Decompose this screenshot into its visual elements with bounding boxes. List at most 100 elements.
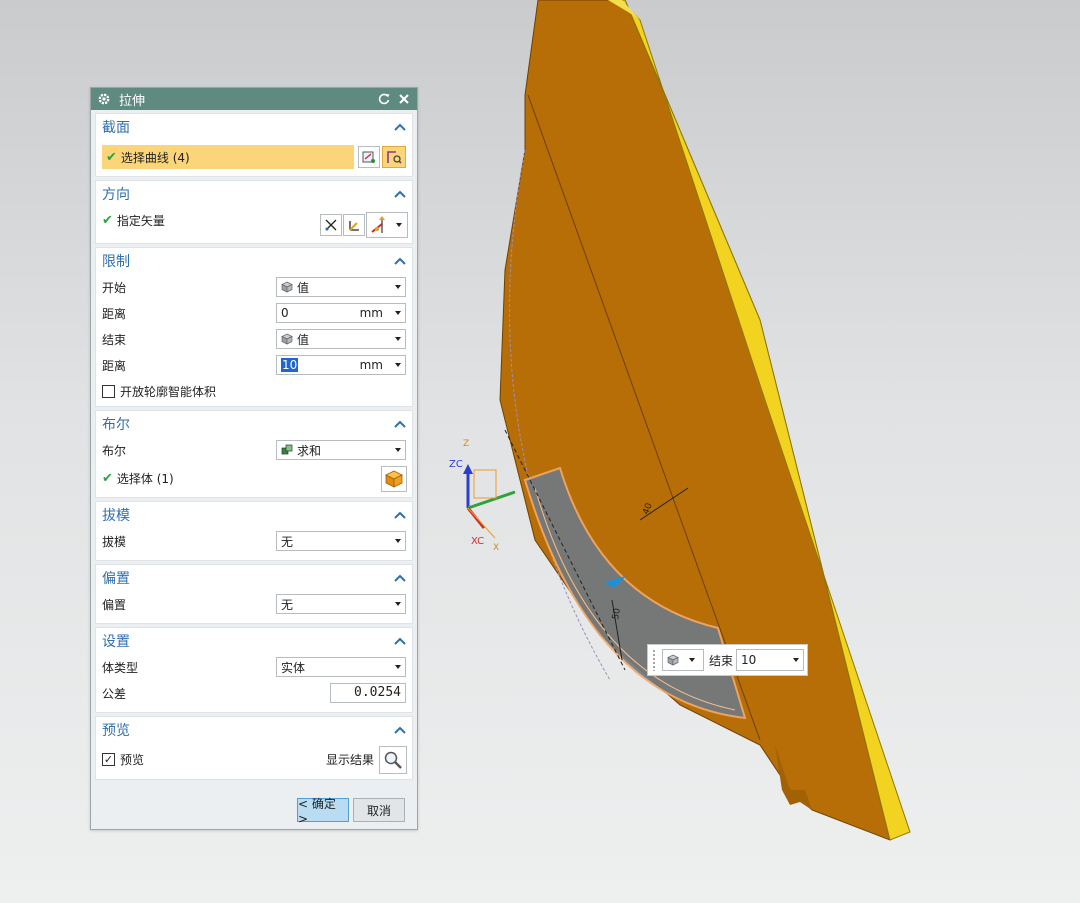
show-result-button[interactable] bbox=[379, 746, 407, 774]
reverse-direction-button[interactable] bbox=[320, 214, 342, 236]
chevron-down-icon bbox=[395, 337, 401, 341]
collapse-icon[interactable] bbox=[394, 123, 406, 131]
select-curve-row[interactable]: ✔ 选择曲线 (4) bbox=[102, 145, 354, 169]
section-panel: 截面 ✔ 选择曲线 (4) bbox=[95, 113, 413, 177]
select-body-button[interactable] bbox=[381, 466, 407, 492]
preview-header[interactable]: 预览 bbox=[96, 717, 412, 743]
limits-panel: 限制 开始 值 距离 0 mm 结束 值 距离 10 mm 开放轮廓智能体积 bbox=[95, 247, 413, 407]
tolerance-input[interactable]: 0.0254 bbox=[330, 683, 406, 703]
float-end-label: 结束 bbox=[709, 653, 734, 668]
boolean-header[interactable]: 布尔 bbox=[96, 411, 412, 437]
limits-header[interactable]: 限制 bbox=[96, 248, 412, 274]
draft-row: 拔模 无 bbox=[96, 528, 412, 554]
close-icon[interactable] bbox=[397, 92, 411, 106]
axis-label-z: Z bbox=[463, 439, 469, 449]
chevron-down-icon bbox=[689, 658, 695, 662]
collapse-icon[interactable] bbox=[394, 257, 406, 265]
end-type-dropdown[interactable]: 值 bbox=[276, 329, 406, 349]
start-row: 开始 值 bbox=[96, 274, 412, 300]
show-result-label: 显示结果 bbox=[325, 752, 374, 767]
boolean-title: 布尔 bbox=[102, 417, 130, 433]
collapse-icon[interactable] bbox=[394, 637, 406, 645]
end-distance-input[interactable]: 10 mm bbox=[276, 355, 406, 375]
reset-icon[interactable] bbox=[377, 92, 391, 106]
end-distance-value: 10 bbox=[281, 358, 299, 372]
cancel-button[interactable]: 取消 bbox=[353, 798, 405, 822]
dimension-text-50[interactable]: 50 bbox=[611, 607, 623, 620]
start-type-dropdown[interactable]: 值 bbox=[276, 277, 406, 297]
toolbar-grip[interactable] bbox=[652, 649, 656, 671]
collapse-icon[interactable] bbox=[394, 420, 406, 428]
body-type-dropdown[interactable]: 实体 bbox=[276, 657, 406, 677]
select-curve-label: 选择曲线 (4) bbox=[120, 150, 190, 165]
cube-icon bbox=[281, 281, 293, 293]
inferred-vector-dropdown[interactable] bbox=[366, 212, 408, 238]
offset-panel: 偏置 偏置 无 bbox=[95, 564, 413, 624]
chevron-down-icon bbox=[395, 285, 401, 289]
boolean-row: 布尔 求和 bbox=[96, 437, 412, 463]
start-distance-value: 0 bbox=[281, 306, 289, 320]
preview-row: ✓ 预览 显示结果 bbox=[96, 743, 412, 775]
chevron-down-icon bbox=[395, 448, 401, 452]
ok-button[interactable]: < 确定 > bbox=[297, 797, 349, 826]
collapse-icon[interactable] bbox=[394, 574, 406, 582]
reverse-direction-icon bbox=[325, 219, 337, 231]
draft-dropdown[interactable]: 无 bbox=[276, 531, 406, 551]
offset-dropdown[interactable]: 无 bbox=[276, 594, 406, 614]
dialog-titlebar[interactable]: 拉伸 bbox=[91, 88, 417, 110]
axis-label-xc: XC bbox=[471, 536, 484, 547]
open-profile-checkbox[interactable] bbox=[102, 384, 115, 398]
open-profile-row: 开放轮廓智能体积 bbox=[96, 378, 412, 404]
collapse-icon[interactable] bbox=[394, 190, 406, 198]
check-icon: ✔ bbox=[102, 212, 113, 228]
end-row: 结束 值 bbox=[96, 326, 412, 352]
unite-icon bbox=[281, 444, 293, 455]
extrude-dialog: 拉伸 截面 ✔ 选择曲线 (4) 方向 ✔ 指定矢量 限制 开始 值 距离 0 … bbox=[90, 87, 418, 830]
chevron-down-icon bbox=[395, 539, 401, 543]
direction-panel: 方向 ✔ 指定矢量 bbox=[95, 180, 413, 244]
inferred-vector-icon bbox=[371, 216, 385, 233]
limit-type-dropdown[interactable] bbox=[662, 649, 704, 671]
direction-title: 方向 bbox=[102, 187, 130, 203]
float-end-value: 10 bbox=[741, 653, 757, 667]
part-body-face bbox=[499, 0, 891, 841]
collapse-icon[interactable] bbox=[394, 726, 406, 734]
offset-row: 偏置 无 bbox=[96, 591, 412, 617]
check-icon: ✔ bbox=[102, 470, 113, 486]
chevron-down-icon bbox=[396, 223, 402, 227]
select-curve-button[interactable] bbox=[382, 146, 406, 168]
settings-panel: 设置 体类型 实体 公差 0.0254 bbox=[95, 627, 413, 713]
draft-title: 拔模 bbox=[102, 508, 130, 524]
draft-header[interactable]: 拔模 bbox=[96, 502, 412, 528]
chevron-down-icon bbox=[395, 311, 401, 315]
float-end-value-input[interactable]: 10 bbox=[736, 649, 805, 671]
coordinate-triad[interactable] bbox=[463, 464, 516, 539]
body-type-row: 体类型 实体 bbox=[96, 654, 412, 680]
chevron-down-icon bbox=[793, 658, 800, 662]
vector-dialog-button[interactable] bbox=[343, 214, 365, 236]
gear-icon bbox=[98, 93, 110, 105]
end-type-value: 值 bbox=[297, 332, 310, 347]
offset-title: 偏置 bbox=[102, 571, 130, 587]
offset-header[interactable]: 偏置 bbox=[96, 565, 412, 591]
offset-value: 无 bbox=[281, 597, 294, 612]
open-profile-label: 开放轮廓智能体积 bbox=[120, 384, 217, 399]
chevron-down-icon bbox=[395, 602, 401, 606]
preview-checkbox[interactable]: ✓ bbox=[102, 752, 115, 766]
dialog-footer: < 确定 > 取消 bbox=[91, 789, 417, 829]
magnifier-icon bbox=[384, 751, 402, 769]
boolean-dropdown[interactable]: 求和 bbox=[276, 440, 406, 460]
tolerance-row: 公差 0.0254 bbox=[96, 680, 412, 706]
limits-title: 限制 bbox=[102, 254, 130, 270]
chevron-down-icon bbox=[395, 363, 401, 367]
start-distance-row: 距离 0 mm bbox=[96, 300, 412, 326]
axis-label-x: X bbox=[493, 543, 499, 553]
section-header[interactable]: 截面 bbox=[96, 114, 412, 140]
cube-icon bbox=[667, 654, 679, 666]
collapse-icon[interactable] bbox=[394, 511, 406, 519]
floating-limit-toolbar: 结束 10 bbox=[647, 644, 808, 676]
sketch-section-button[interactable] bbox=[358, 146, 380, 168]
start-distance-input[interactable]: 0 mm bbox=[276, 303, 406, 323]
direction-header[interactable]: 方向 bbox=[96, 181, 412, 207]
settings-header[interactable]: 设置 bbox=[96, 628, 412, 654]
